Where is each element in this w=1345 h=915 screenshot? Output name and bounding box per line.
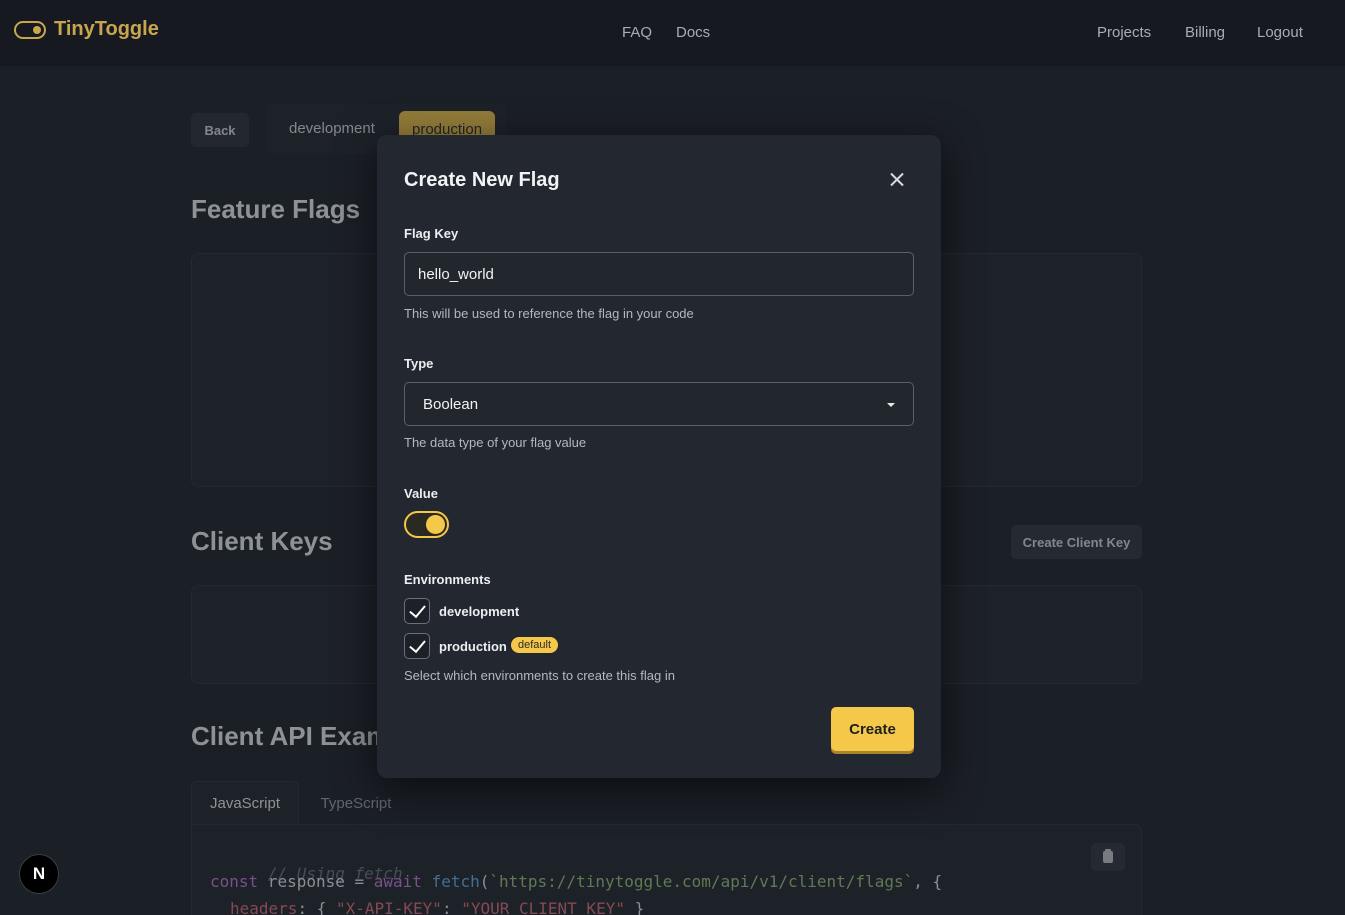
create-client-key-button[interactable]: Create Client Key — [1011, 525, 1142, 559]
nav-link-projects[interactable]: Projects — [1097, 24, 1151, 41]
back-button[interactable]: Back — [191, 113, 249, 147]
default-badge: default — [511, 637, 559, 653]
code-example: // Using fetch const response = await fe… — [191, 824, 1142, 915]
modal-title: Create New Flag — [404, 169, 560, 191]
flag-key-input[interactable] — [404, 252, 914, 296]
flag-key-label: Flag Key — [404, 226, 459, 241]
code-line-3: headers: { "X-API-KEY": "YOUR_CLIENT_KEY… — [230, 899, 645, 915]
navbar: TinyToggle FAQ Docs Projects Billing Log… — [0, 0, 1345, 66]
type-select[interactable]: Boolean — [404, 382, 914, 426]
type-label: Type — [404, 356, 434, 371]
tab-typescript[interactable]: TypeScript — [316, 781, 396, 825]
next-dev-badge[interactable]: N — [19, 854, 59, 894]
toggle-logo-icon — [14, 20, 46, 39]
code-line-2: const response = await fetch(`https://ti… — [210, 872, 943, 891]
env-tab-development[interactable]: development — [289, 120, 375, 137]
feature-flags-title: Feature Flags — [191, 194, 361, 224]
brand-name: TinyToggle — [54, 18, 159, 40]
type-helper: The data type of your flag value — [404, 435, 587, 450]
caret-down-icon — [887, 403, 895, 407]
environments-label: Environments — [404, 572, 491, 587]
checkbox-label-development: development — [439, 604, 520, 619]
value-toggle[interactable] — [404, 511, 449, 538]
nav-link-faq[interactable]: FAQ — [622, 24, 652, 41]
type-selected-value: Boolean — [423, 395, 479, 413]
environments-helper: Select which environments to create this… — [404, 668, 675, 683]
tab-javascript[interactable]: JavaScript — [191, 781, 299, 825]
copy-code-button[interactable] — [1091, 843, 1125, 871]
nav-link-docs[interactable]: Docs — [676, 24, 710, 41]
create-button[interactable]: Create — [831, 707, 914, 751]
nav-link-billing[interactable]: Billing — [1185, 24, 1225, 41]
nav-link-logout[interactable]: Logout — [1257, 24, 1303, 41]
clipboard-icon — [1103, 849, 1113, 863]
checkbox-development[interactable] — [404, 598, 430, 624]
client-keys-title: Client Keys — [191, 526, 333, 556]
value-label: Value — [404, 486, 438, 501]
toggle-knob — [426, 515, 445, 534]
checkbox-label-production: production — [439, 639, 507, 654]
flag-key-helper: This will be used to reference the flag … — [404, 306, 694, 321]
close-icon[interactable] — [886, 169, 908, 191]
brand-logo[interactable]: TinyToggle — [14, 18, 159, 41]
checkbox-production[interactable] — [404, 633, 430, 659]
create-flag-modal: Create New Flag Flag Key This will be us… — [377, 135, 941, 778]
